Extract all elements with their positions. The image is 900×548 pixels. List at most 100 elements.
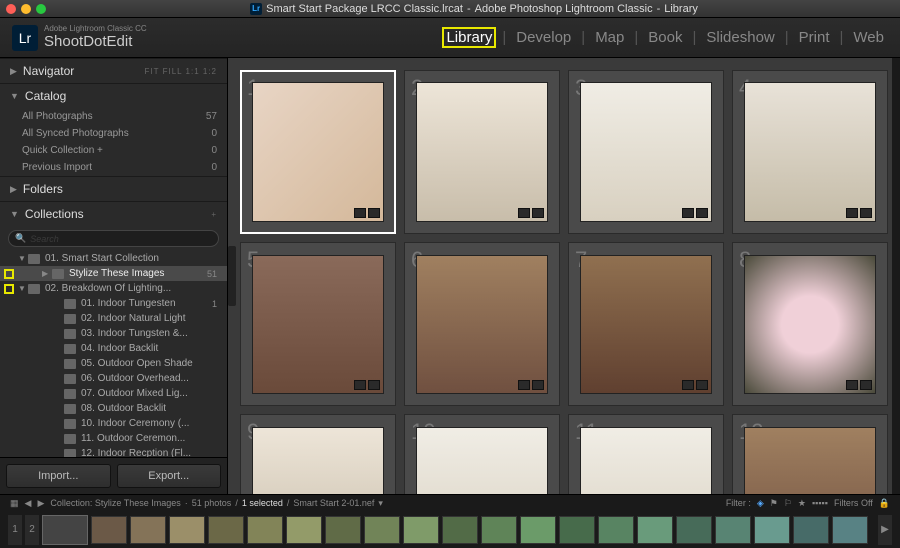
collections-add-icon[interactable]: + xyxy=(211,210,217,219)
dropdown-icon[interactable]: ▾ xyxy=(378,498,383,509)
grid-cell[interactable]: 5 xyxy=(240,242,396,406)
badge-icon[interactable] xyxy=(860,380,872,390)
badge-icon[interactable] xyxy=(846,208,858,218)
catalog-item[interactable]: All Photographs57 xyxy=(0,108,227,125)
thumbnail[interactable] xyxy=(580,82,712,221)
filmstrip-thumb[interactable] xyxy=(325,516,361,544)
grid-icon[interactable]: ▦ xyxy=(10,498,19,509)
collection-item[interactable]: ▼02. Breakdown Of Lighting... xyxy=(0,281,227,296)
badge-icon[interactable] xyxy=(354,380,366,390)
thumbnail[interactable] xyxy=(580,427,712,494)
collection-item[interactable]: 11. Outdoor Ceremon... xyxy=(0,431,227,446)
filmstrip-selected[interactable] xyxy=(42,515,88,545)
module-print[interactable]: Print xyxy=(795,27,834,48)
collection-item[interactable]: 08. Outdoor Backlit xyxy=(0,401,227,416)
rating-filter[interactable]: ★ xyxy=(798,498,806,509)
catalog-panel-header[interactable]: ▼ Catalog xyxy=(0,83,227,108)
badge-icon[interactable] xyxy=(518,208,530,218)
second-monitor-icon[interactable]: 1 xyxy=(8,515,22,545)
badge-icon[interactable] xyxy=(846,380,858,390)
filmstrip-thumb[interactable] xyxy=(403,516,439,544)
filmstrip-thumb[interactable] xyxy=(754,516,790,544)
thumbnail[interactable] xyxy=(416,427,548,494)
filmstrip-thumb[interactable] xyxy=(559,516,595,544)
grid-cell[interactable]: 12 xyxy=(732,414,888,494)
flag-filter-icon[interactable]: ◈ xyxy=(757,498,764,509)
color-filter[interactable]: ▪▪▪▪▪ xyxy=(812,498,828,508)
badge-icon[interactable] xyxy=(682,380,694,390)
disclosure-icon[interactable]: ▼ xyxy=(18,254,28,263)
disclosure-icon[interactable]: ▶ xyxy=(42,269,52,278)
filmstrip[interactable]: 1 2 ▶ xyxy=(0,511,900,548)
collections-search-input[interactable]: 🔍 Search xyxy=(8,230,219,247)
grid-cell[interactable]: 3 xyxy=(568,70,724,234)
module-map[interactable]: Map xyxy=(591,27,628,48)
filmstrip-thumb[interactable] xyxy=(208,516,244,544)
nav-fwd-icon[interactable]: ▶ xyxy=(37,498,44,509)
collection-item[interactable]: 02. Indoor Natural Light xyxy=(0,311,227,326)
filter-lock-icon[interactable]: 🔒 xyxy=(879,498,890,509)
badge-icon[interactable] xyxy=(368,208,380,218)
grid-cell[interactable]: 2 xyxy=(404,70,560,234)
grid-cell[interactable]: 6 xyxy=(404,242,560,406)
collection-item[interactable]: 03. Indoor Tungsten &... xyxy=(0,326,227,341)
collection-item[interactable]: 07. Outdoor Mixed Lig... xyxy=(0,386,227,401)
collection-item[interactable]: ▼01. Smart Start Collection xyxy=(0,251,227,266)
filter-preset[interactable]: Filters Off xyxy=(834,498,873,508)
badge-icon[interactable] xyxy=(860,208,872,218)
filmstrip-thumb[interactable] xyxy=(364,516,400,544)
module-develop[interactable]: Develop xyxy=(512,27,575,48)
second-monitor-icon[interactable]: 2 xyxy=(25,515,39,545)
catalog-item[interactable]: Quick Collection +0 xyxy=(0,142,227,159)
thumbnail[interactable] xyxy=(252,82,384,221)
collection-item[interactable]: 10. Indoor Ceremony (... xyxy=(0,416,227,431)
badge-icon[interactable] xyxy=(532,208,544,218)
grid-cell[interactable]: 8 xyxy=(732,242,888,406)
filmstrip-thumb[interactable] xyxy=(715,516,751,544)
disclosure-icon[interactable]: ▼ xyxy=(18,284,28,293)
collection-item[interactable]: 04. Indoor Backlit xyxy=(0,341,227,356)
filmstrip-thumb[interactable] xyxy=(286,516,322,544)
grid-cell[interactable]: 1 xyxy=(240,70,396,234)
grid-cell[interactable]: 9 xyxy=(240,414,396,494)
badge-icon[interactable] xyxy=(696,208,708,218)
minimize-icon[interactable] xyxy=(21,4,31,14)
module-library[interactable]: Library xyxy=(442,27,496,48)
collection-item[interactable]: 05. Outdoor Open Shade xyxy=(0,356,227,371)
thumbnail[interactable] xyxy=(744,427,876,494)
filmstrip-thumb[interactable] xyxy=(247,516,283,544)
collection-item[interactable]: 12. Indoor Recption (Fl... xyxy=(0,446,227,457)
filmstrip-thumb[interactable] xyxy=(832,516,868,544)
filmstrip-thumb[interactable] xyxy=(481,516,517,544)
module-book[interactable]: Book xyxy=(644,27,686,48)
folders-panel-header[interactable]: ▶ Folders xyxy=(0,176,227,201)
grid-view[interactable]: 123456789101112 xyxy=(228,58,900,494)
badge-icon[interactable] xyxy=(354,208,366,218)
grid-cell[interactable]: 11 xyxy=(568,414,724,494)
thumbnail[interactable] xyxy=(744,82,876,221)
filmstrip-thumb[interactable] xyxy=(676,516,712,544)
catalog-item[interactable]: Previous Import0 xyxy=(0,159,227,176)
left-panel-handle[interactable] xyxy=(228,246,236,306)
collection-item[interactable]: 01. Indoor Tungesten1 xyxy=(0,296,227,311)
filmstrip-thumb[interactable] xyxy=(793,516,829,544)
badge-icon[interactable] xyxy=(532,380,544,390)
thumbnail[interactable] xyxy=(252,255,384,394)
flag-filter-icon[interactable]: ⚐ xyxy=(784,498,792,509)
filmstrip-thumb[interactable] xyxy=(637,516,673,544)
module-slideshow[interactable]: Slideshow xyxy=(702,27,778,48)
export-button[interactable]: Export... xyxy=(117,464,222,488)
navigator-zoom-options[interactable]: FIT FILL 1:1 1:2 xyxy=(145,67,217,76)
flag-filter-icon[interactable]: ⚑ xyxy=(770,498,778,509)
filmstrip-thumb[interactable] xyxy=(598,516,634,544)
filmstrip-thumb[interactable] xyxy=(442,516,478,544)
collection-item[interactable]: ▶Stylize These Images51 xyxy=(0,266,227,281)
navigator-panel-header[interactable]: ▶ Navigator FIT FILL 1:1 1:2 xyxy=(0,58,227,83)
badge-icon[interactable] xyxy=(682,208,694,218)
module-web[interactable]: Web xyxy=(849,27,888,48)
filmstrip-scroll-right[interactable]: ▶ xyxy=(878,515,892,545)
filmstrip-thumb[interactable] xyxy=(520,516,556,544)
thumbnail[interactable] xyxy=(252,427,384,494)
collection-item[interactable]: 06. Outdoor Overhead... xyxy=(0,371,227,386)
filmstrip-thumb[interactable] xyxy=(91,516,127,544)
